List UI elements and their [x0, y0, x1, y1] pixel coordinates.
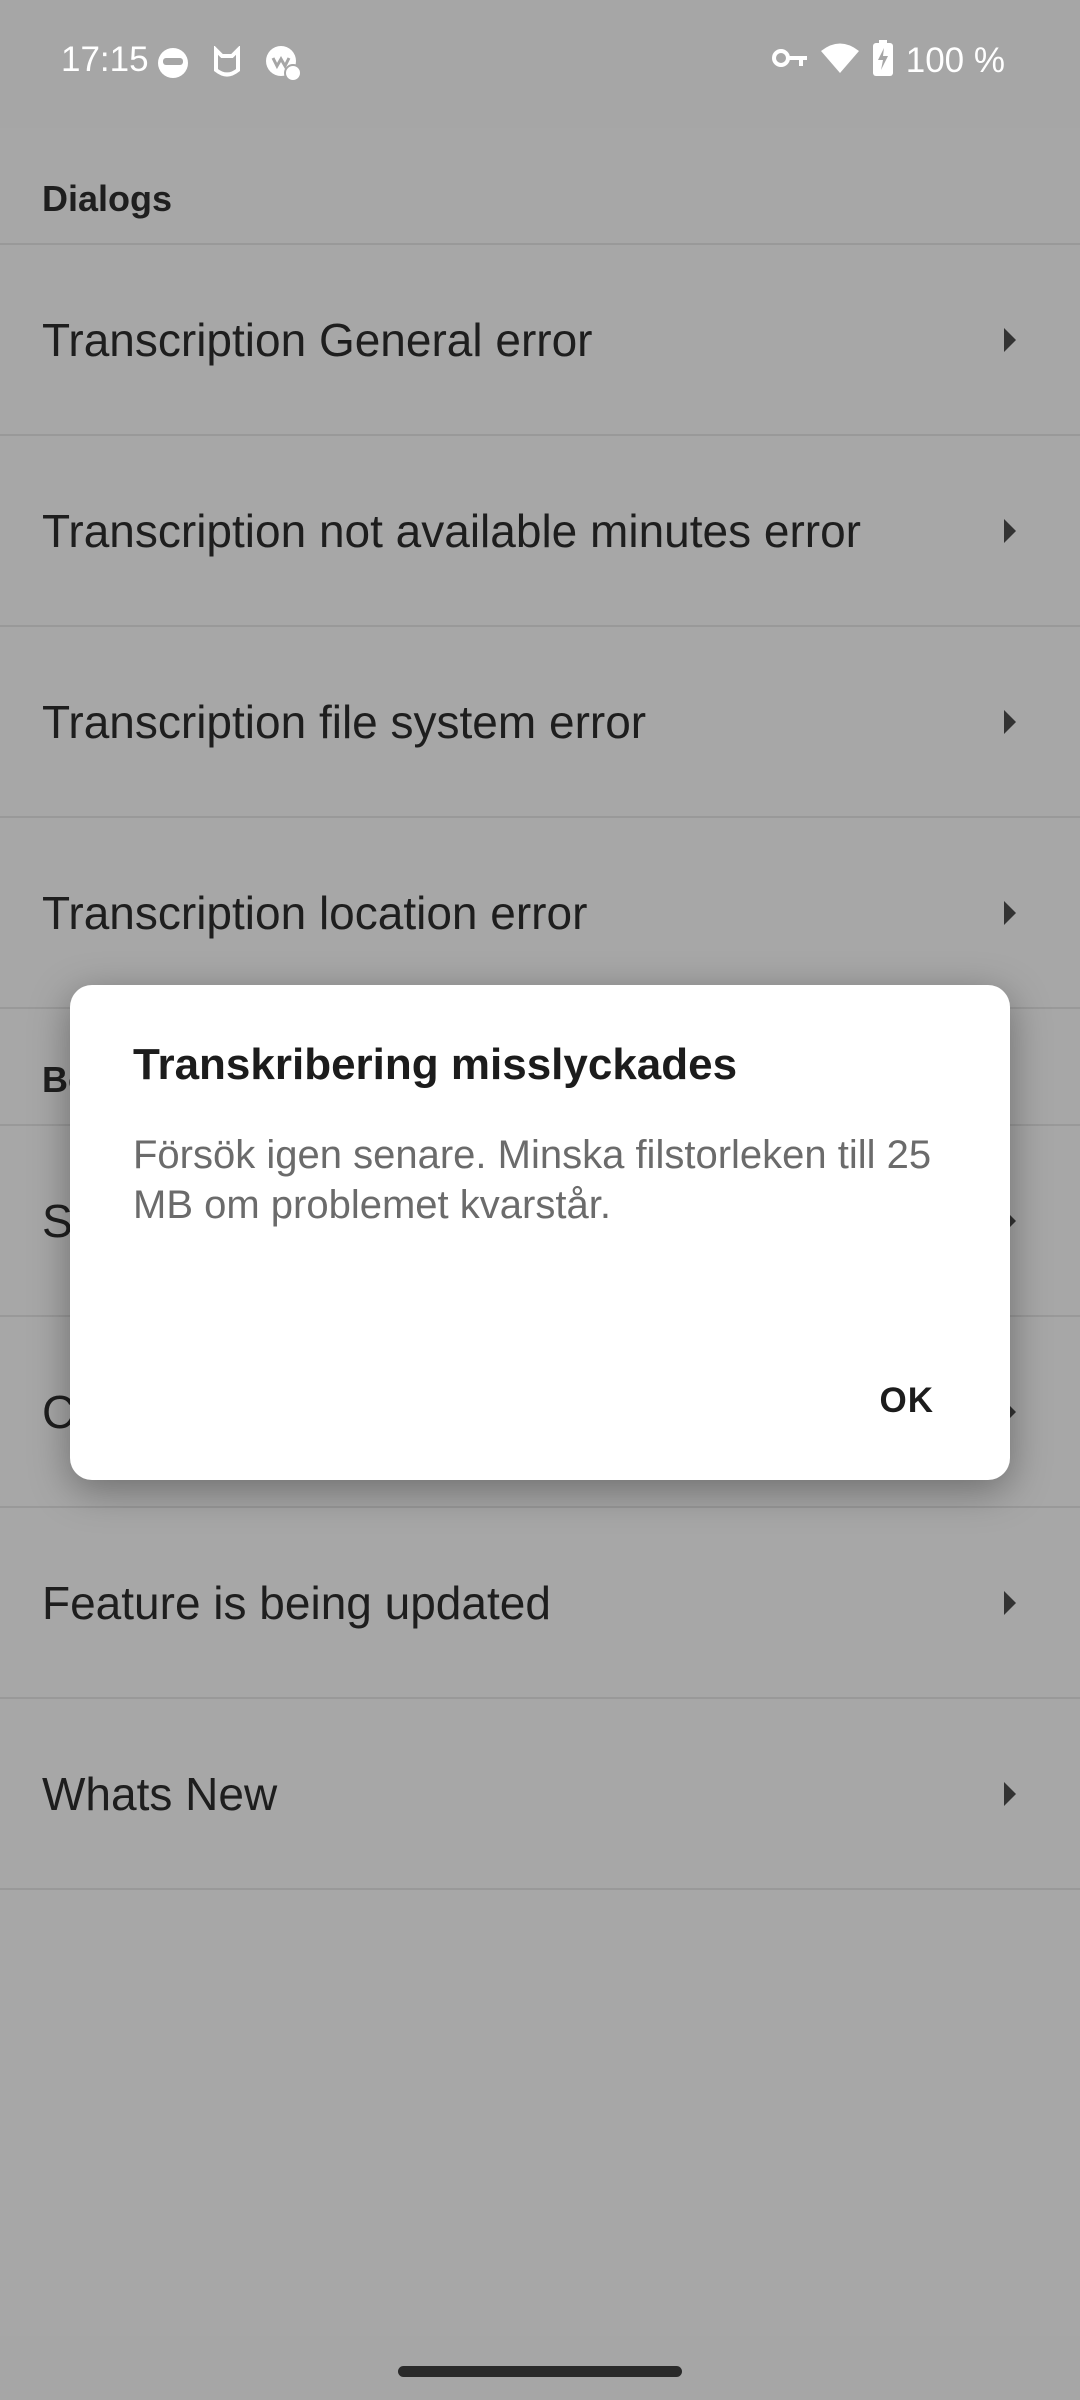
list-item-label: Transcription not available minutes erro… [42, 504, 861, 557]
section-header-dialogs: Dialogs [0, 128, 1080, 245]
list-item-label: Transcription location error [42, 886, 588, 939]
list-item[interactable]: Transcription location error [0, 818, 1080, 1009]
battery-charging-icon [872, 40, 894, 81]
list-item-label: S [42, 1194, 73, 1247]
battery-percentage: 100 % [905, 40, 1005, 80]
status-bar: 17:15 100 % [0, 0, 1080, 128]
chevron-right-icon [1004, 1781, 1016, 1806]
list-item-label: Transcription General error [42, 313, 593, 366]
chevron-right-icon [1004, 518, 1016, 543]
chevron-right-icon [1004, 900, 1016, 925]
badge-check-icon [264, 44, 302, 87]
cat-face-icon [212, 45, 242, 85]
dialog-message: Försök igen senare. Minska filstorleken … [133, 1133, 932, 1227]
list-item-label: Feature is being updated [42, 1576, 551, 1629]
list-item[interactable]: Whats New [0, 1699, 1080, 1890]
error-dialog: Transkribering misslyckades Försök igen … [70, 985, 1010, 1480]
list-item[interactable]: Transcription General error [0, 245, 1080, 436]
ok-button[interactable]: OK [874, 1373, 941, 1429]
wifi-icon [820, 42, 860, 79]
list-item[interactable]: Transcription file system error [0, 627, 1080, 818]
notification-icons [156, 44, 302, 87]
chevron-right-icon [1004, 1590, 1016, 1615]
vpn-key-icon [771, 46, 808, 75]
list-item-label: Whats New [42, 1767, 278, 1820]
list-item[interactable]: Feature is being updated [0, 1508, 1080, 1699]
mask-icon [156, 46, 190, 85]
status-time: 17:15 [61, 40, 149, 79]
chevron-right-icon [1004, 327, 1016, 352]
home-gesture-handle[interactable] [398, 2366, 682, 2377]
list-item[interactable]: Transcription not available minutes erro… [0, 436, 1080, 627]
system-icons: 100 % [771, 40, 1005, 81]
navigation-bar [0, 2336, 1080, 2400]
list-item-label: Transcription file system error [42, 695, 647, 748]
chevron-right-icon [1004, 709, 1016, 734]
dialog-title: Transkribering misslyckades [133, 1040, 738, 1089]
